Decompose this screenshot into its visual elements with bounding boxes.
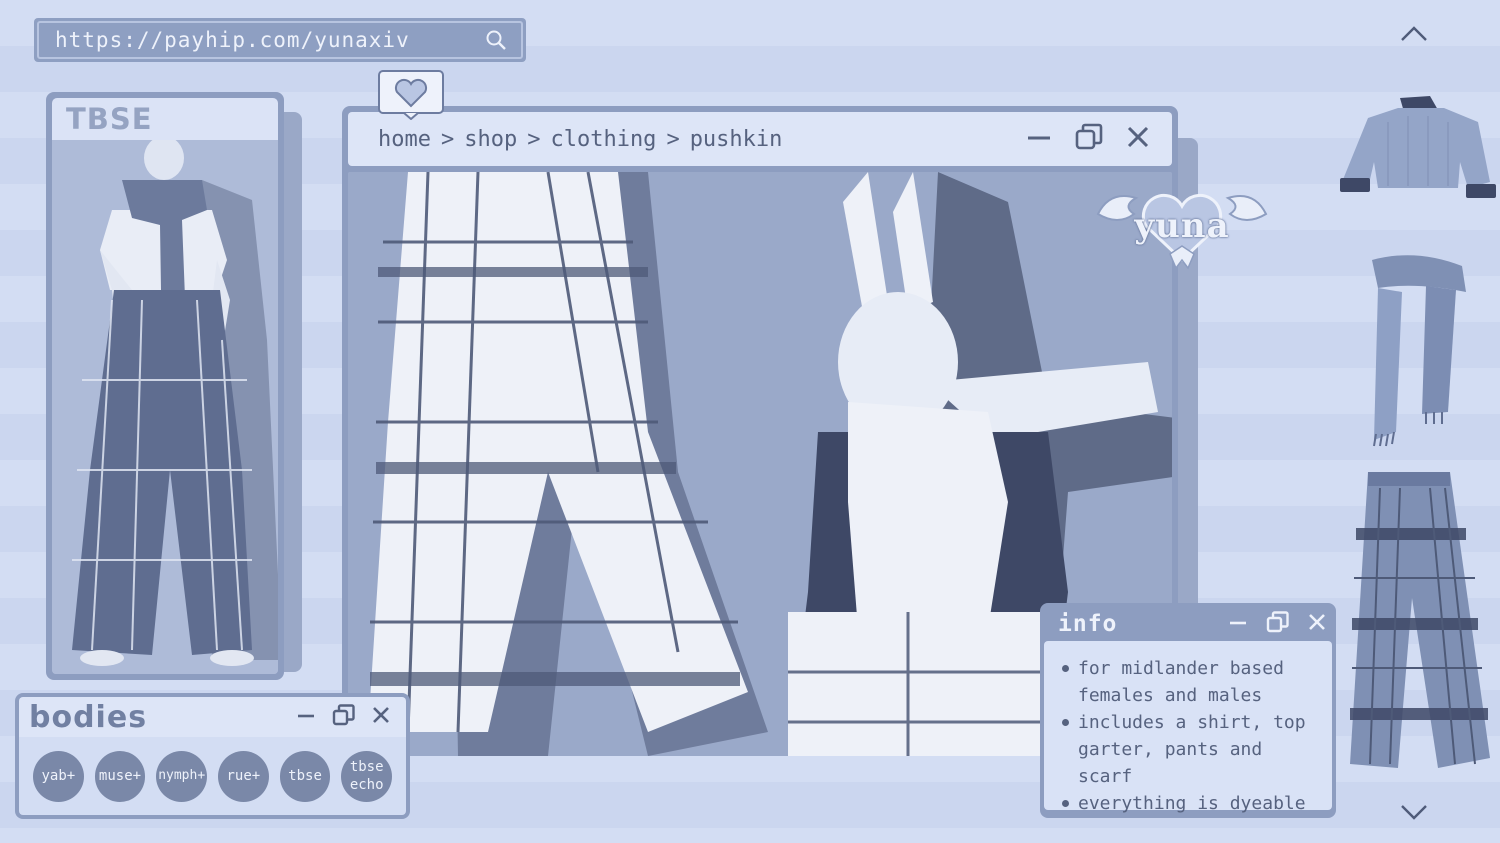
minimize-icon[interactable] [1026, 124, 1052, 154]
breadcrumb-separator: > [527, 126, 541, 152]
breadcrumb-pushkin[interactable]: pushkin [690, 127, 783, 152]
logo-text: yuna [1134, 206, 1230, 246]
bodies-window-controls [296, 703, 390, 731]
chevron-up-icon[interactable] [1398, 22, 1430, 46]
breadcrumb-home[interactable]: home [378, 127, 431, 152]
body-chip-tbse[interactable]: tbse [279, 750, 331, 802]
body-chip-tbse-echo[interactable]: tbse echo [341, 750, 393, 802]
thumb-shirt[interactable] [1338, 92, 1498, 210]
bodies-window: bodies yab+ muse+ nymph+ rue+ tbse tbse e… [15, 693, 410, 819]
minimize-icon[interactable] [296, 705, 316, 729]
breadcrumb-separator: > [666, 126, 680, 152]
body-chip-muse[interactable]: muse+ [94, 750, 146, 802]
url-text[interactable]: https://payhip.com/yunaxiv [55, 28, 485, 52]
info-bullet: for midlander based females and males [1060, 655, 1324, 709]
info-bullet: includes a shirt, top garter, pants and s… [1060, 709, 1324, 790]
product-window-titlebar: home > shop > clothing > pushkin [348, 112, 1172, 166]
url-bar[interactable]: https://payhip.com/yunaxiv [34, 18, 526, 62]
body-preview-card: TBSE [46, 92, 284, 680]
info-titlebar: info [1044, 607, 1332, 641]
breadcrumb: home > shop > clothing > pushkin [378, 127, 1026, 152]
close-icon[interactable] [372, 706, 390, 728]
info-title: info [1058, 611, 1118, 637]
maximize-icon[interactable] [1266, 610, 1290, 638]
bodies-titlebar: bodies [19, 697, 406, 737]
window-controls [1026, 122, 1150, 156]
close-icon[interactable] [1126, 125, 1150, 153]
info-bullet: everything is dyeable [1060, 790, 1324, 817]
search-icon[interactable] [485, 29, 507, 51]
model-preview-image [52, 140, 278, 674]
body-chip-nymph[interactable]: nymph+ [156, 750, 208, 802]
thumb-scarf[interactable] [1356, 252, 1476, 448]
heart-icon[interactable] [378, 70, 444, 121]
breadcrumb-clothing[interactable]: clothing [550, 127, 656, 152]
body-chip-rue[interactable]: rue+ [218, 750, 269, 802]
bodies-title: bodies [29, 699, 148, 735]
maximize-icon[interactable] [332, 703, 356, 731]
minimize-icon[interactable] [1228, 612, 1248, 636]
info-window: info for midlander based females and male… [1040, 603, 1336, 818]
info-bullet-list: for midlander based females and males inc… [1060, 655, 1324, 817]
brand-logo: yuna [1090, 184, 1274, 272]
thumb-pants[interactable] [1340, 468, 1496, 774]
info-content: for midlander based females and males inc… [1044, 641, 1332, 814]
body-chip-yab[interactable]: yab+ [33, 750, 84, 802]
info-window-controls [1228, 610, 1326, 638]
body-chip-list: yab+ muse+ nymph+ rue+ tbse tbse echo [19, 737, 406, 815]
chevron-down-icon[interactable] [1398, 800, 1430, 824]
maximize-icon[interactable] [1074, 122, 1104, 156]
close-icon[interactable] [1308, 613, 1326, 635]
breadcrumb-shop[interactable]: shop [464, 127, 517, 152]
card-title: TBSE [66, 102, 153, 136]
breadcrumb-separator: > [440, 126, 455, 152]
card-title-bar: TBSE [52, 98, 278, 140]
